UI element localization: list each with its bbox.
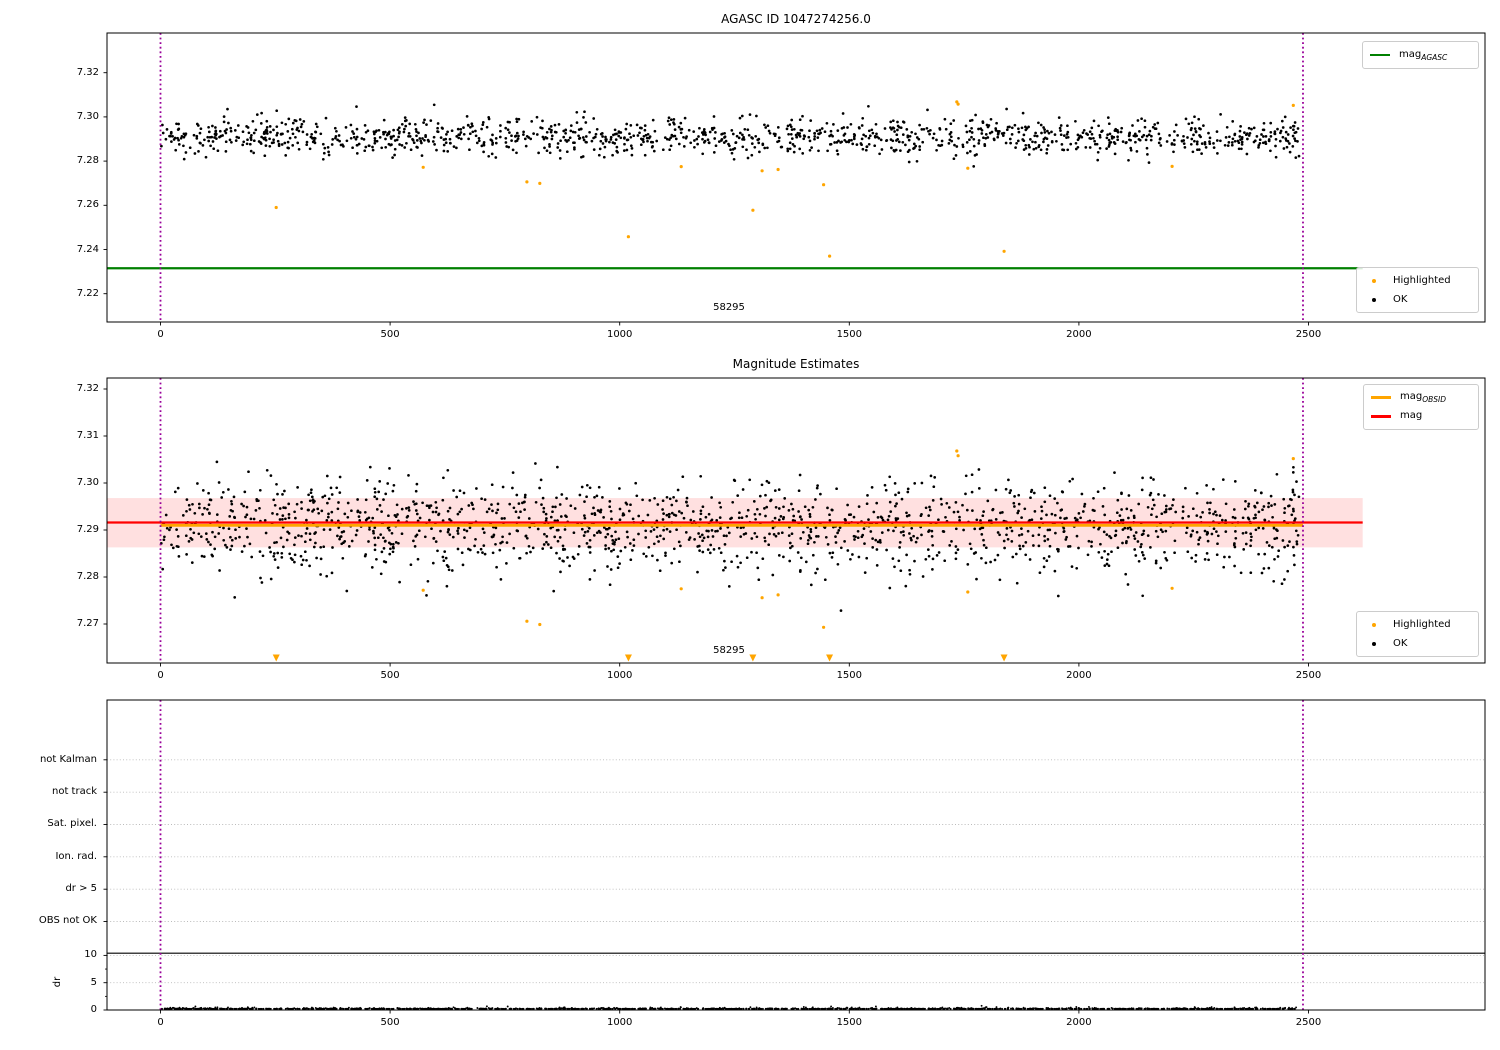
legend-label-mag-agasc: magAGASC — [1399, 48, 1448, 62]
x-tick-label-p1: 1500 — [836, 329, 863, 340]
flag-label-ion-rad: Ion. rad. — [55, 851, 97, 862]
y-tick-label-p2: 7.31 — [76, 430, 99, 441]
x-tick-label-p2: 1500 — [836, 670, 863, 681]
green-line-swatch — [1370, 53, 1390, 57]
flag-label-sat-pixel: Sat. pixel. — [47, 818, 97, 829]
x-tick-label-p3: 0 — [157, 1017, 164, 1028]
figure-agasc-mag-report: AGASC ID 1047274256.0 Magnitude Estimate… — [0, 0, 1500, 1050]
legend-mag-lines: magOBSID mag — [1363, 384, 1479, 430]
x-tick-label-p2: 2000 — [1066, 670, 1092, 681]
y-tick-label-p2: 7.28 — [76, 571, 99, 582]
mag-agasc-line-swatch — [1370, 50, 1390, 60]
ok-marker-swatch-2 — [1364, 639, 1384, 649]
legend-item-mag-agasc: magAGASC — [1370, 46, 1471, 65]
legend-item-highlighted-2: Highlighted — [1364, 615, 1471, 634]
obsid-annotation-panel1: 58295 — [713, 302, 745, 313]
orange-dot-swatch-2 — [1372, 622, 1376, 627]
x-tick-label-p1: 2500 — [1295, 329, 1322, 340]
x-tick-label-p2: 500 — [380, 670, 400, 681]
y-tick-label-p2: 7.30 — [76, 477, 99, 488]
legend-item-mag: mag — [1371, 407, 1471, 426]
y-tick-label-p1: 7.26 — [76, 199, 99, 211]
y-tick-label-p2: 7.32 — [76, 383, 99, 394]
x-tick-label-p3: 2000 — [1066, 1017, 1092, 1028]
y-tick-label-p1: 7.22 — [76, 287, 99, 299]
ok-marker-swatch — [1364, 295, 1384, 305]
plot-canvas — [103, 32, 1486, 1014]
x-tick-label-p3: 2500 — [1295, 1017, 1322, 1028]
legend-item-ok: OK — [1364, 290, 1471, 309]
orange-line-swatch — [1371, 396, 1391, 399]
flag-label-dr-gt-5: dr > 5 — [65, 883, 97, 894]
legend-item-ok-2: OK — [1364, 634, 1471, 653]
flag-label-obs-not-ok: OBS not OK — [38, 915, 97, 926]
dr-tick-label: 0 — [90, 1004, 97, 1015]
highlighted-marker-swatch-2 — [1364, 620, 1384, 630]
x-tick-label-p3: 1500 — [836, 1017, 863, 1028]
x-tick-label-p3: 1000 — [606, 1017, 633, 1028]
black-dot-swatch — [1372, 297, 1376, 302]
legend-label-mag: mag — [1400, 410, 1423, 421]
black-dot-swatch-2 — [1372, 641, 1376, 646]
panel1-title: AGASC ID 1047274256.0 — [721, 12, 871, 26]
legend-status-panel2: Highlighted OK — [1356, 611, 1479, 657]
flag-label-not-kalman: not Kalman — [39, 754, 97, 765]
legend-item-mag-obsid: magOBSID — [1371, 388, 1471, 407]
legend-label-highlighted: Highlighted — [1393, 275, 1451, 286]
flag-label-not-track: not track — [51, 786, 97, 797]
y-tick-label-p1: 7.24 — [76, 243, 99, 255]
x-tick-label-p1: 2000 — [1066, 329, 1092, 340]
mag-line-swatch — [1371, 412, 1391, 422]
dr-tick-label: 5 — [90, 976, 97, 988]
legend-label-highlighted-2: Highlighted — [1393, 619, 1451, 630]
highlighted-marker-swatch — [1364, 276, 1384, 286]
x-tick-label-p2: 0 — [157, 670, 164, 681]
orange-dot-swatch — [1372, 278, 1376, 283]
y-tick-label-p1: 7.30 — [76, 110, 99, 122]
legend-label-mag-obsid: magOBSID — [1400, 391, 1447, 404]
legend-label-ok-2: OK — [1393, 638, 1408, 649]
x-tick-label-p1: 0 — [157, 329, 164, 340]
legend-label-ok: OK — [1393, 294, 1408, 305]
y-tick-label-p1: 7.28 — [76, 155, 99, 167]
legend-mag-agasc: magAGASC — [1362, 41, 1479, 69]
y-tick-label-p2: 7.29 — [76, 524, 99, 535]
x-tick-label-p1: 1000 — [606, 329, 633, 340]
y-tick-label-p2: 7.27 — [76, 618, 99, 629]
x-tick-label-p3: 500 — [380, 1017, 400, 1028]
y-tick-label-p1: 7.32 — [76, 66, 99, 78]
red-line-swatch — [1371, 415, 1391, 418]
dr-tick-label: 10 — [84, 949, 97, 961]
mag-obsid-line-swatch — [1371, 393, 1391, 403]
legend-item-highlighted: Highlighted — [1364, 271, 1471, 290]
panel2-title: Magnitude Estimates — [732, 357, 860, 371]
obsid-annotation-panel2: 58295 — [713, 645, 745, 656]
legend-status-panel1: Highlighted OK — [1356, 267, 1479, 313]
x-tick-label-p2: 1000 — [606, 670, 633, 681]
x-tick-label-p2: 2500 — [1295, 670, 1322, 681]
x-tick-label-p1: 500 — [380, 329, 400, 340]
